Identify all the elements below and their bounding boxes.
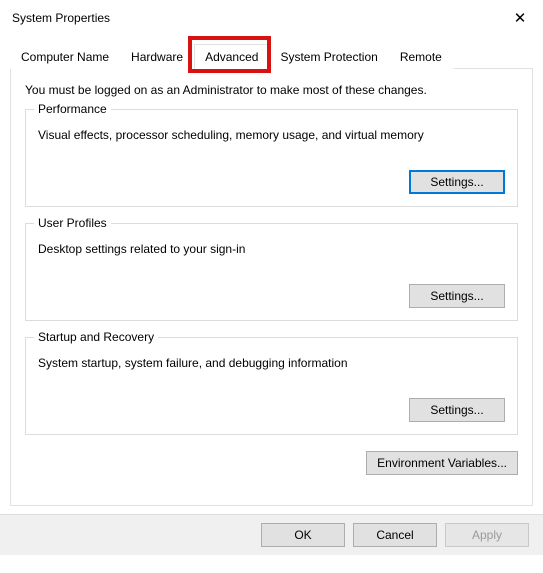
tab-system-protection[interactable]: System Protection [269, 44, 388, 69]
content: Computer Name Hardware Advanced System P… [0, 38, 543, 514]
env-row: Environment Variables... [25, 451, 518, 475]
startup-recovery-settings-button[interactable]: Settings... [409, 398, 505, 422]
group-user-profiles-desc: Desktop settings related to your sign-in [38, 242, 505, 256]
tab-bar: Computer Name Hardware Advanced System P… [10, 38, 533, 68]
tab-panel-advanced: You must be logged on as an Administrato… [10, 68, 533, 506]
group-startup-recovery: Startup and Recovery System startup, sys… [25, 337, 518, 435]
tab-advanced[interactable]: Advanced [194, 44, 269, 69]
group-user-profiles: User Profiles Desktop settings related t… [25, 223, 518, 321]
cancel-button[interactable]: Cancel [353, 523, 437, 547]
group-user-profiles-legend: User Profiles [34, 216, 111, 230]
group-performance-legend: Performance [34, 102, 111, 116]
group-performance: Performance Visual effects, processor sc… [25, 109, 518, 207]
ok-button[interactable]: OK [261, 523, 345, 547]
environment-variables-button[interactable]: Environment Variables... [366, 451, 518, 475]
dialog-footer: OK Cancel Apply [0, 514, 543, 555]
close-icon[interactable]: ✕ [509, 7, 531, 29]
titlebar: System Properties ✕ [0, 0, 543, 34]
tab-computer-name[interactable]: Computer Name [10, 44, 120, 69]
tab-remote[interactable]: Remote [389, 44, 453, 69]
user-profiles-settings-button[interactable]: Settings... [409, 284, 505, 308]
group-performance-desc: Visual effects, processor scheduling, me… [38, 128, 505, 142]
group-startup-recovery-legend: Startup and Recovery [34, 330, 158, 344]
tab-hardware[interactable]: Hardware [120, 44, 194, 69]
group-user-profiles-buttons: Settings... [38, 284, 505, 308]
group-performance-buttons: Settings... [38, 170, 505, 194]
group-startup-recovery-desc: System startup, system failure, and debu… [38, 356, 505, 370]
admin-notice: You must be logged on as an Administrato… [25, 83, 518, 97]
apply-button[interactable]: Apply [445, 523, 529, 547]
group-startup-recovery-buttons: Settings... [38, 398, 505, 422]
window-title: System Properties [12, 11, 110, 25]
performance-settings-button[interactable]: Settings... [409, 170, 505, 194]
